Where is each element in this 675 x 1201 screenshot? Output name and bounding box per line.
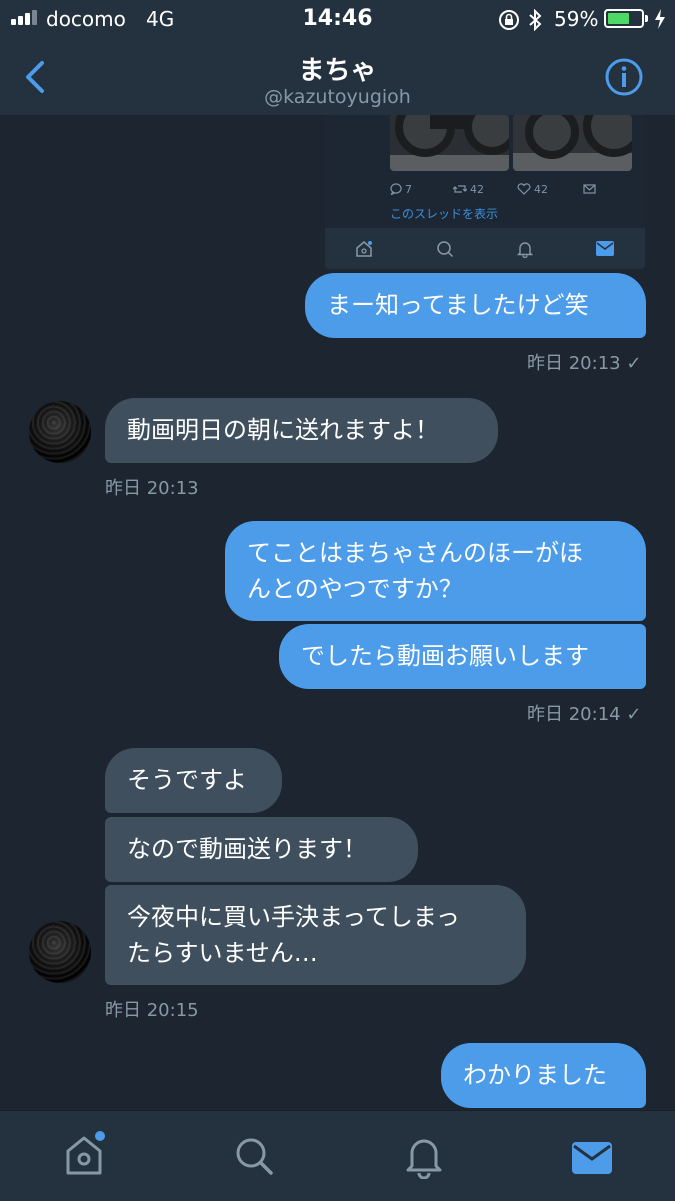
mail-icon (596, 241, 614, 256)
reply-count: 7 (405, 183, 412, 196)
message-bubble-outgoing[interactable]: でしたら動画お願いします (279, 624, 646, 689)
message-timestamp: 昨日 20:13 ✓ (527, 353, 642, 374)
message-text-line: たらすいません… (127, 939, 318, 967)
tab-bar (0, 1110, 675, 1201)
bike-photo-right (513, 115, 632, 171)
message-bubble-outgoing[interactable]: まー知ってましたけど笑 (305, 273, 646, 338)
embedded-tabbar (325, 228, 645, 269)
message-timestamp: 昨日 20:14 ✓ (527, 704, 642, 725)
retweet-count: 42 (470, 183, 484, 196)
message-bubble-incoming[interactable]: そうですよ (105, 748, 282, 813)
messages-icon[interactable] (572, 1142, 612, 1174)
battery-tip (645, 15, 648, 22)
contact-avatar[interactable] (29, 401, 91, 463)
message-timestamp: 昨日 20:15 (105, 1000, 199, 1021)
message-bubble-incoming[interactable]: 今夜中に買い手決まってしまっ たらすいません… (105, 885, 526, 985)
message-bubble-incoming[interactable]: なので動画送ります！ (105, 817, 418, 882)
status-bar: docomo 4G 14:46 59% (0, 0, 675, 38)
message-text-line: 今夜中に買い手決まってしまっ (127, 903, 460, 931)
retweet-icon (453, 185, 467, 193)
contact-handle: @kazutoyugioh (264, 86, 411, 108)
message-bubble-outgoing[interactable]: てことはまちゃさんのほーがほ んとのやつですか？ (225, 521, 646, 621)
like-icon (517, 183, 531, 195)
home-icon (356, 241, 372, 257)
like-count: 42 (534, 183, 548, 196)
contact-avatar[interactable] (29, 921, 91, 983)
charging-icon (655, 9, 665, 29)
show-thread-link: このスレッドを表示 (390, 207, 499, 221)
shared-image[interactable]: 7 42 42 このスレッドを表示 (325, 115, 645, 269)
notifications-icon[interactable] (404, 1135, 444, 1179)
bell-icon (516, 242, 534, 258)
bluetooth-icon (529, 9, 542, 31)
info-icon[interactable] (604, 57, 644, 97)
orientation-lock-icon (499, 10, 519, 30)
message-text-line: てことはまちゃさんのほーがほ (247, 539, 583, 567)
conversation-header: まちゃ @kazutoyugioh (0, 38, 675, 116)
message-bubble-incoming[interactable]: 動画明日の朝に送れますよ！ (105, 398, 498, 463)
search-icon (437, 241, 454, 258)
message-bubble-outgoing[interactable]: わかりました (441, 1043, 646, 1108)
reply-icon (390, 183, 402, 195)
contact-name: まちゃ (298, 56, 377, 86)
dm-share-icon (583, 184, 596, 194)
message-text-line: んとのやつですか？ (247, 575, 463, 603)
bike-photo-left (390, 115, 509, 171)
search-icon[interactable] (234, 1136, 274, 1176)
home-icon[interactable] (64, 1131, 108, 1177)
message-timestamp: 昨日 20:13 (105, 478, 199, 499)
battery-icon (604, 9, 644, 28)
battery-percent: 59% (554, 7, 599, 31)
